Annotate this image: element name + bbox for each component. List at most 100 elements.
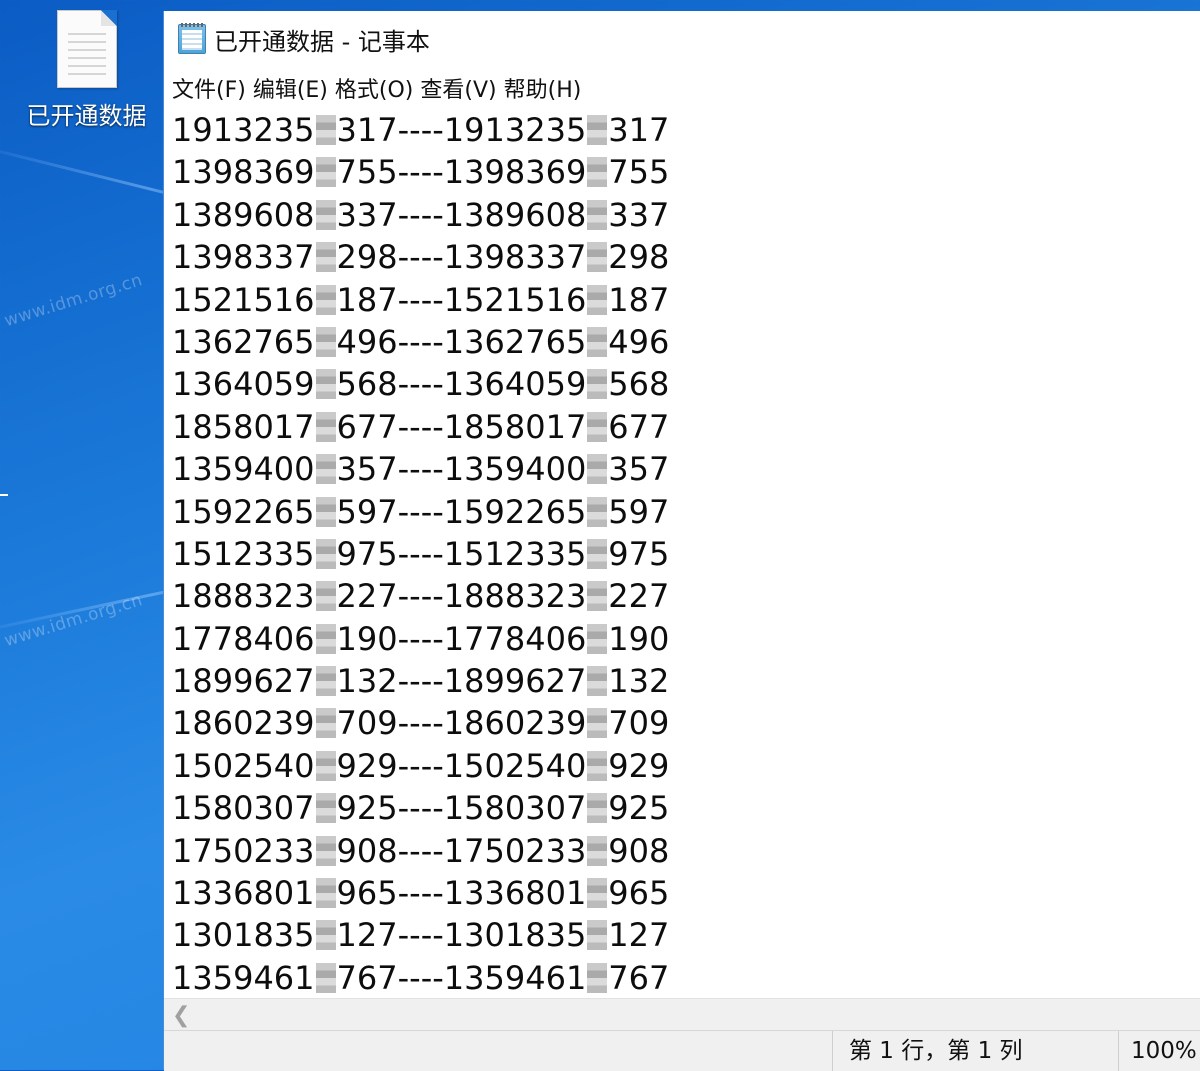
pixelated-digit bbox=[315, 242, 336, 273]
line-number-suffix: 709 bbox=[608, 704, 670, 743]
pixelated-digit bbox=[587, 581, 608, 612]
text-editor-area[interactable]: 1913235 317----1913235 317 1398369 755----13… bbox=[164, 109, 1200, 998]
line-separator: ---- bbox=[397, 662, 444, 701]
watermark-text: www.idm.org.cn bbox=[2, 270, 146, 332]
pixelated-digit bbox=[315, 496, 336, 527]
line-number-suffix: 190 bbox=[608, 619, 670, 658]
text-line: 1580307 925----1580307 925 bbox=[164, 787, 1200, 829]
desktop-edge-mark bbox=[0, 494, 8, 496]
menu-help[interactable]: 帮助(H) bbox=[502, 72, 587, 104]
pixelated-digit bbox=[587, 326, 608, 357]
line-number-prefix: 1592265 bbox=[443, 492, 587, 531]
line-number-suffix: 908 bbox=[336, 831, 398, 870]
text-line: 1336801 965----1336801 965 bbox=[164, 872, 1200, 914]
pixelated-digit bbox=[587, 666, 608, 697]
pixelated-digit bbox=[315, 199, 336, 230]
pixelated-digit bbox=[315, 623, 336, 654]
desktop-file-shortcut[interactable]: 已开通数据 bbox=[14, 10, 159, 130]
line-number-suffix: 127 bbox=[336, 916, 398, 955]
line-separator: ---- bbox=[397, 534, 444, 573]
line-number-prefix: 1398369 bbox=[172, 153, 315, 192]
notepad-icon bbox=[178, 23, 206, 54]
line-number-suffix: 337 bbox=[608, 195, 670, 234]
text-line: 1778406 190----1778406 190 bbox=[164, 618, 1200, 660]
line-number-suffix: 965 bbox=[336, 874, 398, 913]
line-number-prefix: 1301835 bbox=[443, 916, 587, 955]
pixelated-digit bbox=[587, 496, 608, 527]
text-line: 1389608 337----1389608 337 bbox=[164, 194, 1200, 236]
text-line: 1860239 709----1860239 709 bbox=[164, 702, 1200, 744]
text-line: 1359400 357----1359400 357 bbox=[164, 448, 1200, 490]
text-line: 1359461 767----1359461 767 bbox=[164, 957, 1200, 998]
line-number-suffix: 929 bbox=[608, 746, 670, 785]
line-number-suffix: 677 bbox=[336, 407, 398, 446]
line-number-suffix: 709 bbox=[336, 704, 398, 743]
pixelated-digit bbox=[587, 284, 608, 315]
pixelated-digit bbox=[587, 708, 608, 739]
pixelated-digit bbox=[587, 242, 608, 273]
pixelated-digit bbox=[587, 157, 608, 188]
line-separator: ---- bbox=[397, 492, 444, 531]
text-line: 1858017 677----1858017 677 bbox=[164, 406, 1200, 448]
horizontal-scrollbar[interactable]: ❮ bbox=[164, 998, 1200, 1031]
text-line: 1398369 755----1398369 755 bbox=[164, 151, 1200, 193]
pixelated-digit bbox=[315, 454, 336, 485]
line-separator: ---- bbox=[397, 322, 444, 361]
line-number-prefix: 1336801 bbox=[443, 874, 587, 913]
line-number-prefix: 1899627 bbox=[443, 662, 587, 701]
line-number-prefix: 1913235 bbox=[172, 111, 315, 149]
menu-view[interactable]: 查看(V) bbox=[418, 72, 501, 104]
line-number-suffix: 357 bbox=[608, 450, 670, 489]
menu-file[interactable]: 文件(F) bbox=[170, 72, 251, 104]
line-number-prefix: 1359400 bbox=[172, 450, 315, 489]
window-title: 已开通数据 - 记事本 bbox=[214, 27, 430, 56]
pixelated-digit bbox=[587, 793, 608, 824]
menu-edit[interactable]: 编辑(E) bbox=[251, 72, 333, 104]
pixelated-digit bbox=[315, 411, 336, 442]
line-number-prefix: 1502540 bbox=[172, 746, 315, 785]
line-number-suffix: 925 bbox=[608, 789, 670, 828]
line-separator: ---- bbox=[397, 619, 444, 658]
pixelated-digit bbox=[315, 326, 336, 357]
text-file-icon bbox=[56, 10, 117, 88]
line-number-suffix: 568 bbox=[608, 365, 670, 404]
pixelated-digit bbox=[315, 538, 336, 569]
line-number-suffix: 317 bbox=[336, 111, 398, 149]
pixelated-digit bbox=[315, 835, 336, 866]
line-number-prefix: 1521516 bbox=[443, 280, 587, 319]
text-line: 1362765 496----1362765 496 bbox=[164, 321, 1200, 363]
line-number-prefix: 1858017 bbox=[443, 407, 587, 446]
line-number-suffix: 568 bbox=[336, 365, 398, 404]
pixelated-digit bbox=[315, 157, 336, 188]
line-number-suffix: 597 bbox=[608, 492, 670, 531]
line-number-suffix: 975 bbox=[608, 534, 670, 573]
line-number-suffix: 767 bbox=[608, 958, 670, 997]
line-number-prefix: 1860239 bbox=[172, 704, 315, 743]
text-line: 1899627 132----1899627 132 bbox=[164, 660, 1200, 702]
pixelated-digit bbox=[587, 920, 608, 951]
line-number-prefix: 1750233 bbox=[443, 831, 587, 870]
line-number-suffix: 337 bbox=[336, 195, 398, 234]
pixelated-digit bbox=[587, 962, 608, 993]
line-separator: ---- bbox=[397, 874, 444, 913]
line-separator: ---- bbox=[397, 746, 444, 785]
line-number-suffix: 975 bbox=[336, 534, 398, 573]
menu-format[interactable]: 格式(O) bbox=[333, 72, 418, 104]
line-separator: ---- bbox=[397, 407, 444, 446]
line-number-prefix: 1301835 bbox=[172, 916, 315, 955]
line-number-prefix: 1336801 bbox=[172, 874, 315, 913]
line-number-suffix: 597 bbox=[336, 492, 398, 531]
line-number-suffix: 187 bbox=[608, 280, 670, 319]
line-number-suffix: 767 bbox=[336, 958, 398, 997]
scroll-left-arrow-icon[interactable]: ❮ bbox=[172, 1003, 190, 1028]
notepad-window: 已开通数据 - 记事本 文件(F) 编辑(E) 格式(O) 查看(V) 帮助(H… bbox=[163, 11, 1200, 1071]
text-line: 1512335 975----1512335 975 bbox=[164, 533, 1200, 575]
title-bar[interactable]: 已开通数据 - 记事本 bbox=[164, 11, 1200, 67]
line-number-prefix: 1359461 bbox=[443, 958, 587, 997]
pixelated-digit bbox=[587, 369, 608, 400]
line-number-suffix: 965 bbox=[608, 874, 670, 913]
line-number-suffix: 677 bbox=[608, 407, 670, 446]
line-number-prefix: 1398337 bbox=[443, 238, 587, 277]
line-number-prefix: 1580307 bbox=[443, 789, 587, 828]
pixelated-digit bbox=[315, 666, 336, 697]
